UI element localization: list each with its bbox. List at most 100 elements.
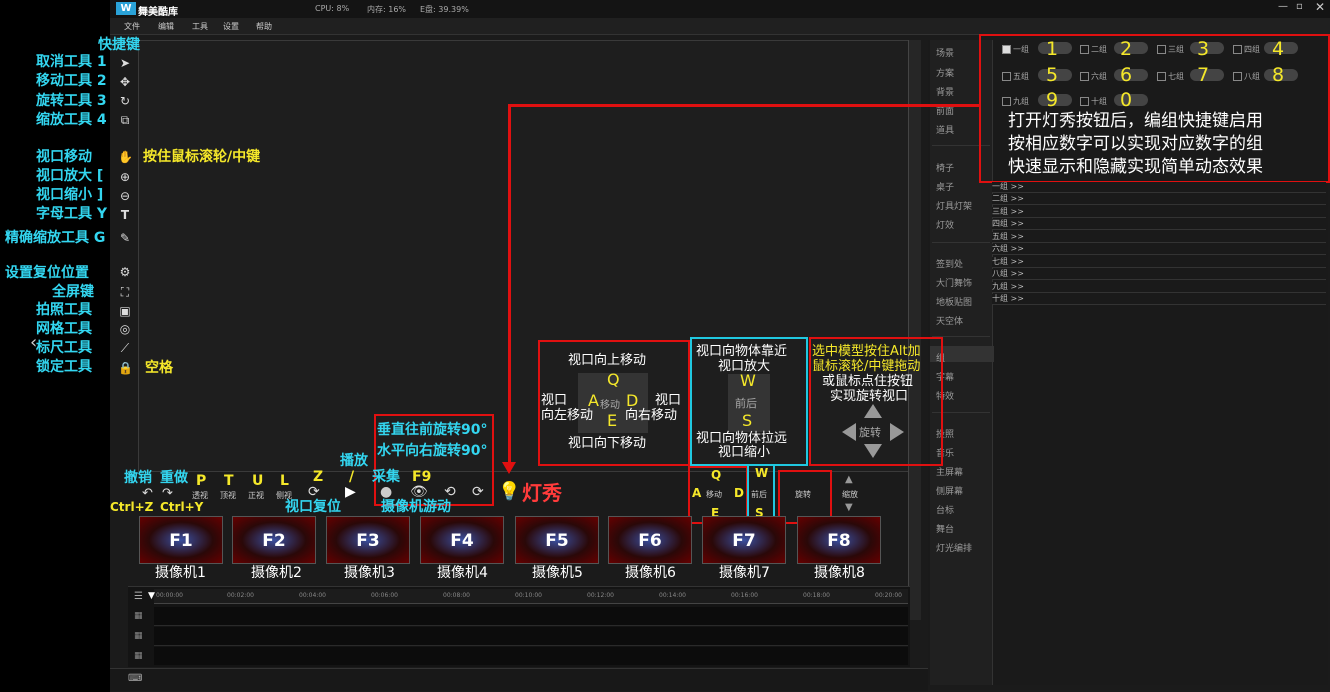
camera-photo-icon[interactable]: ▣ xyxy=(118,304,132,318)
view-front-button[interactable]: 正视 xyxy=(248,490,264,501)
chevron-left-icon[interactable]: ‹ xyxy=(30,332,37,353)
group-row[interactable]: 十组 >> xyxy=(992,294,1326,305)
sidebar-item-plan[interactable]: 方案 xyxy=(936,66,954,79)
rotate-pad[interactable]: 旋转 xyxy=(842,404,904,460)
zoom-in-icon[interactable]: ⊕ xyxy=(118,170,132,184)
grid-globe-icon[interactable]: ◎ xyxy=(118,322,132,336)
camera-thumb-2[interactable]: F2 xyxy=(232,516,316,564)
close-icon[interactable]: ✕ xyxy=(1315,0,1325,14)
timeline-track-3[interactable] xyxy=(154,647,908,665)
rotate-vertical-90-icon[interactable]: ⟲ xyxy=(444,484,456,500)
hand-icon[interactable]: ✋ xyxy=(118,150,133,164)
minimize-icon[interactable]: — xyxy=(1278,1,1288,12)
ruler-icon[interactable]: ⟋ xyxy=(118,341,132,355)
sidebar-item-sky[interactable]: 天空体 xyxy=(936,314,963,327)
lightshow-bulb-icon[interactable]: 💡 xyxy=(498,481,520,502)
group-check-3[interactable]: 三组 xyxy=(1157,44,1184,55)
sidebar-item-stage[interactable]: 舞台 xyxy=(936,522,954,535)
rotate-horizontal-90-icon[interactable]: ⟳ xyxy=(472,484,484,500)
group-row[interactable]: 一组 >> xyxy=(992,182,1326,193)
sidebar-item-table[interactable]: 桌子 xyxy=(936,180,954,193)
precise-scale-icon[interactable]: ✎ xyxy=(118,231,132,245)
redo-icon[interactable]: ↷ xyxy=(162,486,173,501)
select-arrow-icon[interactable]: ➤ xyxy=(118,56,132,70)
scale-up-arrow-icon[interactable]: ▲ xyxy=(845,474,853,485)
camera-thumb-8[interactable]: F8 xyxy=(797,516,881,564)
rotate-down-arrow-icon[interactable] xyxy=(864,444,882,458)
sidebar-item-background[interactable]: 背景 xyxy=(936,85,954,98)
group-row[interactable]: 二组 >> xyxy=(992,194,1326,205)
text-tool-icon[interactable]: T xyxy=(118,208,132,222)
timeline-menu-icon[interactable]: ☰ xyxy=(134,591,143,602)
menu-edit[interactable]: 编辑 xyxy=(158,21,174,32)
sidebar-item-checkin[interactable]: 签到处 xyxy=(936,257,963,270)
group-check-7[interactable]: 七组 xyxy=(1157,71,1184,82)
view-top-button[interactable]: 顶视 xyxy=(220,490,236,501)
camera-thumb-7[interactable]: F7 xyxy=(702,516,786,564)
zoom-out-icon[interactable]: ⊖ xyxy=(118,189,132,203)
sidebar-item-light-rig[interactable]: 灯具灯架 xyxy=(936,199,972,212)
viewport-scrollbar[interactable] xyxy=(908,40,921,620)
menu-tools[interactable]: 工具 xyxy=(192,21,208,32)
scale-down-arrow-icon[interactable]: ▼ xyxy=(845,502,853,513)
sidebar-item-chair[interactable]: 椅子 xyxy=(936,161,954,174)
small-forward-back-button[interactable]: 前后 xyxy=(751,489,767,500)
timeline-track-2[interactable] xyxy=(154,627,908,646)
camera-thumb-6[interactable]: F6 xyxy=(608,516,692,564)
sidebar-item-logo[interactable]: 台标 xyxy=(936,503,954,516)
undo-icon[interactable]: ↶ xyxy=(142,486,153,501)
gear-icon[interactable]: ⚙ xyxy=(118,265,132,279)
timeline-track-1[interactable] xyxy=(154,607,908,626)
group-check-5[interactable]: 五组 xyxy=(1002,71,1029,82)
move-icon[interactable]: ✥ xyxy=(118,75,132,89)
rotate-up-arrow-icon[interactable] xyxy=(864,404,882,418)
sidebar-item-floor[interactable]: 地板贴图 xyxy=(936,295,972,308)
menu-settings[interactable]: 设置 xyxy=(223,21,239,32)
group-check-9[interactable]: 九组 xyxy=(1002,96,1029,107)
camera-thumb-1[interactable]: F1 xyxy=(139,516,223,564)
capture-icon[interactable]: ● xyxy=(380,484,392,500)
restore-icon[interactable]: ▫ xyxy=(1296,1,1303,12)
keyboard-icon[interactable]: ⌨ xyxy=(128,673,142,684)
camera-thumb-3[interactable]: F3 xyxy=(326,516,410,564)
group-check-6[interactable]: 六组 xyxy=(1080,71,1107,82)
sidebar-item-scene[interactable]: 场景 xyxy=(936,46,954,59)
small-rotate-button[interactable]: 旋转 xyxy=(795,489,811,500)
group-check-2[interactable]: 二组 xyxy=(1080,44,1107,55)
lock-icon[interactable]: 🔒 xyxy=(118,361,133,375)
group-check-4[interactable]: 四组 xyxy=(1233,44,1260,55)
view-perspective-button[interactable]: 透视 xyxy=(192,490,208,501)
sidebar-item-light-fx[interactable]: 灯效 xyxy=(936,218,954,231)
sidebar-item-lighting[interactable]: 灯光编排 xyxy=(936,541,972,554)
fullscreen-icon[interactable]: ⛶ xyxy=(118,285,132,299)
sidebar-item-gate[interactable]: 大门舞饰 xyxy=(936,276,972,289)
rotate-icon[interactable]: ↻ xyxy=(118,94,132,108)
menu-help[interactable]: 帮助 xyxy=(256,21,272,32)
group-row[interactable]: 五组 >> xyxy=(992,232,1326,243)
camera-thumb-5[interactable]: F5 xyxy=(515,516,599,564)
playhead-marker-icon[interactable]: ▼ xyxy=(148,591,155,601)
timeline-ruler[interactable]: 00:00:00 00:02:00 00:04:00 00:06:00 00:0… xyxy=(154,589,908,604)
sidebar-item-side-screen[interactable]: 侧屏幕 xyxy=(936,484,963,497)
reset-view-icon[interactable]: ⟳ xyxy=(308,484,320,500)
camera-thumb-4[interactable]: F4 xyxy=(420,516,504,564)
rotate-left-arrow-icon[interactable] xyxy=(842,423,856,441)
group-row[interactable]: 九组 >> xyxy=(992,282,1326,293)
group-check-10[interactable]: 十组 xyxy=(1080,96,1107,107)
small-scale-button[interactable]: 缩放 xyxy=(842,489,858,500)
play-icon[interactable]: ▶ xyxy=(345,484,356,500)
small-move-button[interactable]: 移动 xyxy=(706,489,722,500)
group-row[interactable]: 六组 >> xyxy=(992,244,1326,255)
group-check-8[interactable]: 八组 xyxy=(1233,71,1260,82)
scale-icon[interactable]: ⧉ xyxy=(118,113,132,127)
rotate-right-arrow-icon[interactable] xyxy=(890,423,904,441)
eye-icon[interactable]: 👁 xyxy=(410,484,428,500)
menu-file[interactable]: 文件 xyxy=(124,21,140,32)
sidebar-item-props[interactable]: 道具 xyxy=(936,123,954,136)
group-row[interactable]: 四组 >> xyxy=(992,219,1326,230)
group-row[interactable]: 八组 >> xyxy=(992,269,1326,280)
group-row[interactable]: 三组 >> xyxy=(992,207,1326,218)
sidebar-item-main-screen[interactable]: 主屏幕 xyxy=(936,465,963,478)
group-row[interactable]: 七组 >> xyxy=(992,257,1326,268)
group-check-1[interactable]: 一组 xyxy=(1002,44,1029,55)
